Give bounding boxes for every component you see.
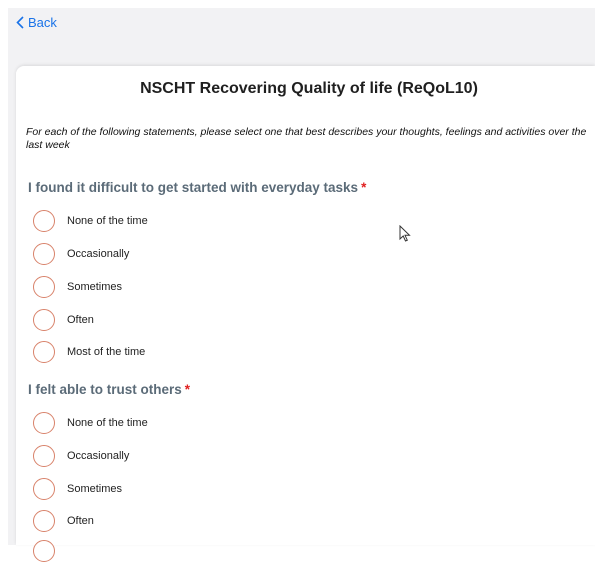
required-marker: * <box>361 180 367 195</box>
radio-button[interactable] <box>33 309 55 331</box>
question-1-text: I found it difficult to get started with… <box>28 180 359 195</box>
radio-button[interactable] <box>33 510 55 532</box>
required-marker: * <box>184 382 191 397</box>
form-intro: For each of the following statements, pl… <box>26 126 587 151</box>
radio-button[interactable] <box>33 540 55 562</box>
mouse-pointer-icon <box>399 225 411 242</box>
radio-button[interactable] <box>33 412 55 434</box>
left-margin <box>8 66 16 545</box>
option-label: Sometimes <box>67 281 123 293</box>
option-label: Sometimes <box>67 483 123 495</box>
q2-option-none-of-the-time[interactable]: None of the time <box>33 411 148 435</box>
option-label: Often <box>67 314 94 326</box>
question-1: I found it difficult to get started with… <box>28 180 366 195</box>
option-label: Often <box>67 515 94 527</box>
radio-button[interactable] <box>33 210 55 232</box>
radio-button[interactable] <box>33 341 55 363</box>
question-2: I felt able to trust others * <box>28 382 190 397</box>
q2-option-partial[interactable] <box>33 539 55 563</box>
q1-option-sometimes[interactable]: Sometimes <box>33 275 122 299</box>
radio-button[interactable] <box>33 478 55 500</box>
form-title: NSCHT Recovering Quality of life (ReQoL1… <box>140 80 478 97</box>
q1-option-occasionally[interactable]: Occasionally <box>33 242 129 266</box>
q2-option-sometimes[interactable]: Sometimes <box>33 477 122 501</box>
option-label: Most of the time <box>67 346 146 358</box>
q1-option-none-of-the-time[interactable]: None of the time <box>33 209 148 233</box>
top-nav-bar: Back <box>8 8 595 72</box>
back-button[interactable]: Back <box>16 13 57 31</box>
form-card: NSCHT Recovering Quality of life (ReQoL1… <box>16 66 595 562</box>
option-label: None of the time <box>67 417 148 429</box>
option-label: Occasionally <box>67 450 130 462</box>
q1-option-most-of-the-time[interactable]: Most of the time <box>33 340 145 364</box>
radio-button[interactable] <box>33 445 55 467</box>
q1-option-often[interactable]: Often <box>33 308 94 332</box>
back-label: Back <box>28 14 57 30</box>
question-2-text: I felt able to trust others <box>28 382 182 397</box>
option-label: Occasionally <box>67 248 130 260</box>
q2-option-occasionally[interactable]: Occasionally <box>33 444 129 468</box>
q2-option-often[interactable]: Often <box>33 509 94 533</box>
radio-button[interactable] <box>33 243 55 265</box>
chevron-left-icon <box>16 15 24 29</box>
option-label: None of the time <box>67 215 148 227</box>
radio-button[interactable] <box>33 276 55 298</box>
